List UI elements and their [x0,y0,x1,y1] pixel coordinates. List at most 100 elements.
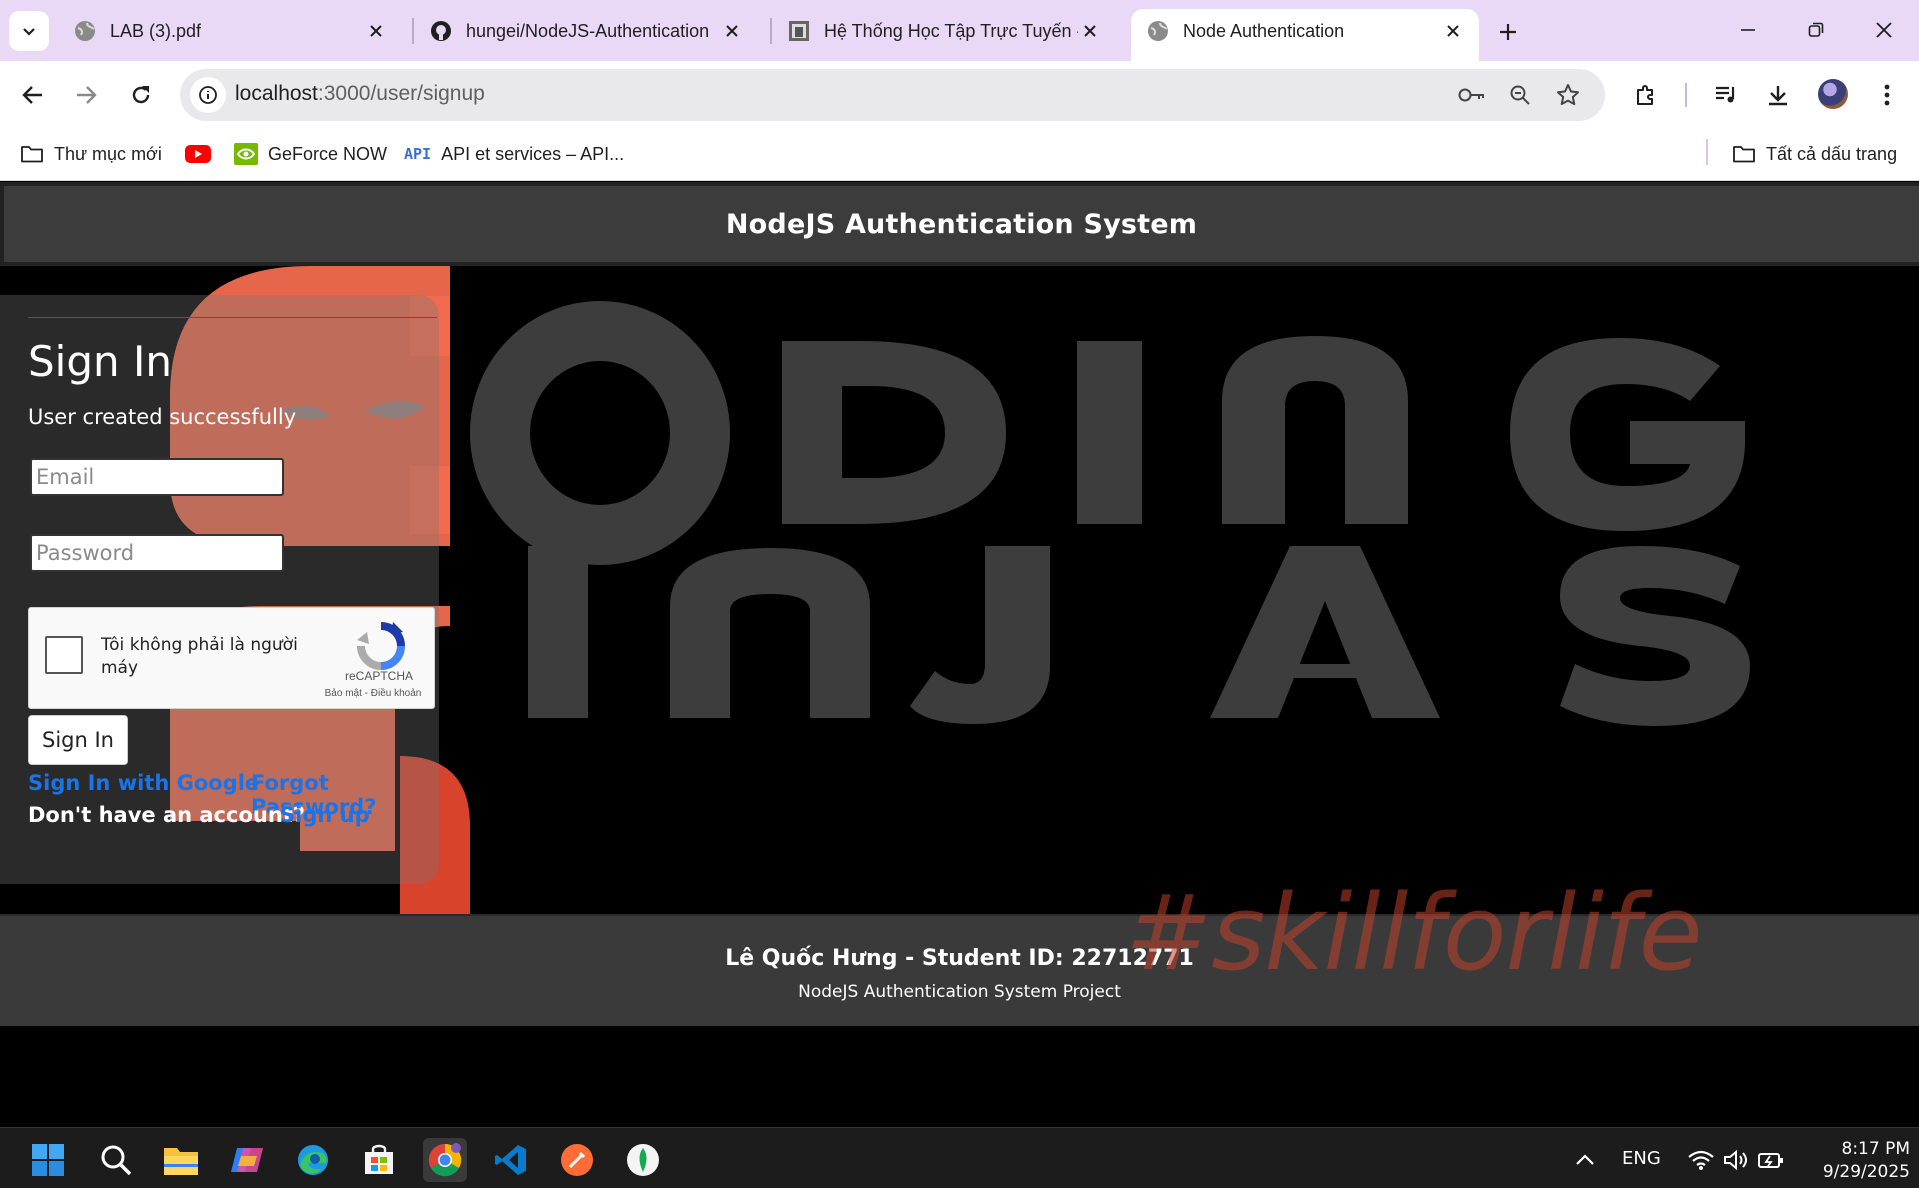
api-icon: API [404,145,432,163]
close-icon[interactable] [1441,19,1465,43]
folder-icon [20,144,44,164]
bookmark-new-folder[interactable]: Thư mục mới [20,139,162,169]
reload-icon [132,86,150,104]
signup-link[interactable]: Sign up [280,803,370,827]
globe-icon [74,20,96,42]
reload-button[interactable] [121,75,161,115]
bookmark-api-services[interactable]: API API et services – API... [404,139,624,169]
toolbar-divider [1685,83,1687,107]
tab-search-button[interactable] [9,11,49,51]
restore-button[interactable] [1794,10,1838,50]
chevron-down-icon [23,28,35,36]
quick-settings-button[interactable] [1676,1138,1796,1182]
chrome-icon [428,1143,462,1177]
bookmark-star-icon[interactable] [1552,79,1584,111]
tab-label: hungei/NodeJS-Authentication [466,20,710,41]
url-text[interactable]: localhost:3000/user/signup [235,82,485,106]
extensions-button[interactable] [1626,75,1666,115]
tab-label: LAB (3).pdf [110,20,202,41]
background-hashtag: #skillforlife [1125,872,1703,994]
new-tab-button[interactable] [1490,14,1526,50]
show-hidden-icons-button[interactable] [1563,1138,1607,1182]
youtube-icon [185,145,211,163]
folder-icon [1732,144,1756,164]
restore-icon [1808,22,1824,37]
background-letters-oding [470,301,1745,565]
bookmarks-divider [1706,139,1708,165]
start-button[interactable] [26,1138,70,1182]
minimize-icon [1741,29,1755,31]
chrome-button[interactable] [423,1138,467,1182]
language-indicator[interactable]: ENG [1622,1148,1661,1169]
close-icon[interactable] [720,19,744,43]
postman-button[interactable] [555,1138,599,1182]
page-title: NodeJS Authentication System [725,208,1198,240]
close-icon [1876,22,1892,38]
google-signin-link[interactable]: Sign In with Google [28,771,259,795]
background-letters-injas [528,546,1750,726]
zoom-icon[interactable] [1504,79,1536,111]
search-button[interactable] [94,1138,138,1182]
media-control-button[interactable] [1706,75,1746,115]
search-icon [101,1145,132,1176]
back-button[interactable] [13,75,53,115]
copilot-button[interactable] [225,1138,269,1182]
close-icon[interactable] [364,19,388,43]
password-input[interactable] [30,534,284,572]
minimize-button[interactable] [1726,10,1770,50]
vscode-button[interactable] [489,1138,533,1182]
tab-label: Node Authentication [1183,20,1345,41]
tab-elearning[interactable]: Hệ Thống Học Tập Trực Tuyến - [772,9,1116,53]
recaptcha-checkbox[interactable] [45,636,83,674]
tab-node-authentication[interactable]: Node Authentication [1131,9,1479,61]
bookmark-label: Thư mục mới [54,143,162,164]
site-info-icon[interactable] [190,77,226,113]
bookmark-youtube[interactable] [185,139,221,169]
all-bookmarks-button[interactable]: Tất cả dấu trang [1732,139,1897,169]
tab-lab-pdf[interactable]: LAB (3).pdf [58,9,402,53]
arrow-right-icon [77,86,97,104]
battery-icon [1758,1153,1783,1168]
menu-button[interactable] [1867,75,1907,115]
chevron-up-icon [1576,1154,1594,1165]
nvidia-icon [234,143,258,165]
playlist-music-icon [1716,86,1735,103]
forward-button[interactable] [66,75,106,115]
wifi-icon [1688,1150,1714,1170]
signin-button[interactable]: Sign In [28,715,128,765]
plus-icon [1500,24,1516,40]
close-window-button[interactable] [1862,10,1906,50]
web-page: NodeJS Authentication System Sign In Use… [0,182,1919,1127]
bookmark-label: GeForce NOW [268,143,388,164]
arrow-left-icon [22,86,42,104]
url-path: :3000/user/signup [317,82,485,105]
globe-icon [1147,20,1169,42]
close-icon[interactable] [1078,19,1102,43]
edge-button[interactable] [291,1138,335,1182]
mongodb-icon [627,1144,659,1176]
signin-title: Sign In [28,337,172,386]
github-icon [430,20,452,42]
school-icon [788,20,810,42]
tab-github[interactable]: hungei/NodeJS-Authentication [414,9,758,53]
system-clock[interactable]: 8:17 PM 9/29/2025 [1800,1138,1910,1184]
windows-logo-icon [32,1144,64,1176]
bookmark-geforce-now[interactable]: GeForce NOW [234,139,387,169]
divider [28,317,437,318]
clock-date: 9/29/2025 [1822,1162,1910,1182]
puzzle-icon [1637,85,1653,105]
signin-card: Sign In User created successfully Tôi kh… [0,295,439,884]
address-bar[interactable]: localhost:3000/user/signup [180,69,1605,121]
email-input[interactable] [30,458,284,496]
postman-icon [561,1144,593,1176]
store-button[interactable] [357,1138,401,1182]
file-explorer-button[interactable] [159,1138,203,1182]
folder-icon [164,1148,198,1175]
downloads-button[interactable] [1758,75,1798,115]
profile-avatar[interactable] [1818,79,1848,109]
recaptcha-terms-link[interactable]: Bảo mật - Điều khoản [311,688,435,699]
mongodb-compass-button[interactable] [621,1138,665,1182]
more-vertical-icon [1884,84,1890,106]
password-key-icon[interactable] [1456,79,1488,111]
all-bookmarks-label: Tất cả dấu trang [1766,143,1898,164]
